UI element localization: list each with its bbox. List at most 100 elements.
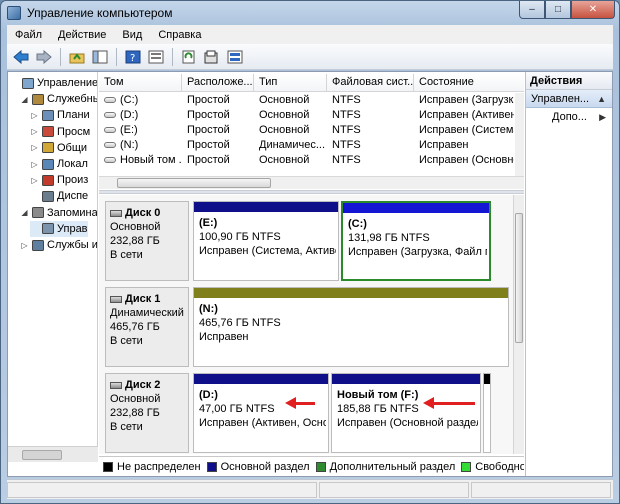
toolbar-separator	[116, 47, 117, 66]
menu-file[interactable]: Файл	[7, 29, 50, 41]
tree-item[interactable]: ▷ Просм	[30, 124, 90, 140]
expand-toggle-icon[interactable]: ▷	[30, 111, 39, 120]
volume-row[interactable]: (C:) Простой Основной NTFS Исправен (Загрузк…	[99, 93, 524, 108]
volume-cell-text: Динамичес...	[259, 139, 326, 151]
disk-view-vertical-scrollbar[interactable]	[513, 195, 524, 454]
expand-toggle-icon[interactable]: ▷	[30, 143, 39, 152]
maximize-button[interactable]: □	[545, 1, 571, 19]
tree-item[interactable]: ▷ Произ	[30, 172, 88, 188]
volume-cell: Исправен (Загрузка,	[414, 93, 514, 108]
tree-item[interactable]: ▷ Локал	[30, 156, 88, 172]
volume-row[interactable]: Новый том ... Простой Основной NTFS Исправен…	[99, 153, 524, 168]
tree-horizontal-scrollbar[interactable]	[8, 446, 98, 462]
disk-label[interactable]: Диск 1 Динамический 465,76 ГБ В сети	[105, 287, 189, 367]
tree-item-label: Управление к	[37, 77, 98, 89]
action-disk-management[interactable]: Управлен... ▲	[526, 90, 612, 108]
volume-cell-text: Простой	[187, 109, 230, 121]
volume-cell: NTFS	[327, 123, 414, 138]
properties-icon[interactable]	[146, 47, 166, 67]
annotation-arrow-icon	[285, 397, 315, 409]
minimize-button[interactable]: –	[519, 1, 545, 19]
forward-icon[interactable]	[34, 47, 54, 67]
hard-disk-icon	[110, 381, 122, 389]
column-header-status[interactable]: Состояние	[414, 74, 524, 91]
partition-status: Исправен (Загрузка, Файл п	[348, 246, 487, 258]
partition-block[interactable]: (C:) 131,98 ГБ NTFS Исправен (Загрузка, Фа…	[341, 201, 491, 281]
tree-item[interactable]: ▷ Плани	[30, 107, 90, 123]
refresh-icon[interactable]	[179, 47, 199, 67]
volume-cell: Основной	[254, 93, 327, 108]
disk-size: 232,88 ГБ	[110, 235, 160, 247]
up-folder-icon[interactable]	[67, 47, 87, 67]
column-header-volume[interactable]: Том	[99, 74, 182, 91]
collapse-icon[interactable]: ▲	[597, 90, 606, 108]
column-header-layout[interactable]: Расположе...	[182, 74, 254, 91]
volume-cell-text: Основной	[259, 124, 310, 136]
partition-info: Новый том (F:) 185,88 ГБ NTFS Исправен (Ос…	[337, 388, 478, 430]
computer-icon	[21, 77, 34, 89]
scroll-thumb[interactable]	[22, 450, 62, 460]
services-icon	[31, 239, 44, 251]
expand-toggle-icon[interactable]: ▷	[30, 127, 39, 136]
volume-row[interactable]: (N:) Простой Динамичес... NTFS Исправен	[99, 138, 524, 153]
tree-item[interactable]: Управ	[30, 220, 88, 237]
export-icon[interactable]	[202, 47, 222, 67]
scroll-thumb[interactable]	[117, 178, 271, 188]
volume-list-vertical-scrollbar[interactable]	[515, 93, 524, 176]
volume-cell: NTFS	[327, 138, 414, 153]
partition-block[interactable]: (N:) 465,76 ГБ NTFS Исправен	[193, 287, 509, 367]
pane-splitter[interactable]	[99, 190, 524, 194]
help-icon[interactable]: ?	[123, 47, 143, 67]
disk-name: Диск 0	[110, 206, 184, 220]
view-options-icon[interactable]	[225, 47, 245, 67]
unallocated-block[interactable]	[483, 373, 491, 453]
main-content: Управление к ◢ Служебны ▷ Плани ▷ Просм ▷ Общи ▷ Л…	[7, 71, 613, 477]
menu-action[interactable]: Действие	[50, 29, 114, 41]
back-icon[interactable]	[11, 47, 31, 67]
scroll-thumb[interactable]	[515, 213, 523, 343]
volume-cell-text: Основной	[259, 154, 310, 166]
volume-list-horizontal-scrollbar[interactable]	[99, 176, 524, 189]
show-tree-icon[interactable]	[90, 47, 110, 67]
toolbar: ?	[7, 44, 613, 70]
disk-name-text: Диск 0	[125, 207, 161, 219]
volume-cell-text: (E:)	[120, 124, 138, 136]
tree-item[interactable]: ▷ Службы и	[20, 237, 97, 253]
volume-row[interactable]: (E:) Простой Основной NTFS Исправен (Система…	[99, 123, 524, 138]
menu-help[interactable]: Справка	[150, 29, 209, 41]
column-header-filesystem[interactable]: Файловая сист...	[327, 74, 414, 91]
expand-toggle-icon[interactable]: ▷	[30, 176, 39, 185]
partition-block[interactable]: Новый том (F:) 185,88 ГБ NTFS Исправен (Ос…	[331, 373, 481, 453]
partition-block[interactable]: (D:) 47,00 ГБ NTFS Исправен (Активен, Осно…	[193, 373, 329, 453]
partition-type-bar	[194, 288, 508, 298]
tree-item[interactable]: Управление к	[10, 75, 98, 91]
volume-cell: Основной	[254, 108, 327, 123]
clock-icon	[41, 109, 54, 121]
expand-toggle-icon[interactable]: ▷	[30, 160, 39, 169]
volume-cell-text: Новый том ...	[120, 154, 182, 166]
volume-row[interactable]: (D:) Простой Основной NTFS Исправен (Активен…	[99, 108, 524, 123]
menu-view[interactable]: Вид	[114, 29, 150, 41]
disk-label[interactable]: Диск 2 Основной 232,88 ГБ В сети	[105, 373, 189, 453]
expand-toggle-icon[interactable]: ◢	[20, 208, 29, 217]
tree-item[interactable]: ▷ Общи	[30, 140, 87, 156]
tree-item[interactable]: Диспе	[30, 188, 88, 204]
tree-item-label: Плани	[57, 109, 90, 122]
tree-item[interactable]: ◢ Запомина	[20, 205, 97, 221]
disk-label[interactable]: Диск 0 Основной 232,88 ГБ В сети	[105, 201, 189, 281]
expand-toggle-icon[interactable]: ▷	[20, 241, 29, 250]
volume-cell-text: Исправен (Активен, О	[419, 109, 514, 121]
column-header-type[interactable]: Тип	[254, 74, 327, 91]
expand-toggle-icon[interactable]: ◢	[20, 95, 29, 104]
action-more[interactable]: Допо... ▶	[526, 108, 612, 126]
drive-icon	[104, 157, 116, 164]
event-icon	[41, 126, 54, 138]
volume-cell-text: NTFS	[332, 94, 361, 106]
title-bar[interactable]: Управление компьютером – □ ✕	[1, 1, 619, 25]
legend-swatch	[315, 461, 326, 472]
volume-cell-text: Исправен (Загрузка,	[419, 94, 514, 106]
close-button[interactable]: ✕	[571, 1, 615, 19]
tree-item[interactable]: ◢ Служебны	[20, 91, 97, 107]
partition-block[interactable]: (E:) 100,90 ГБ NTFS Исправен (Система, Акт…	[193, 201, 339, 281]
drive-icon	[104, 127, 116, 134]
